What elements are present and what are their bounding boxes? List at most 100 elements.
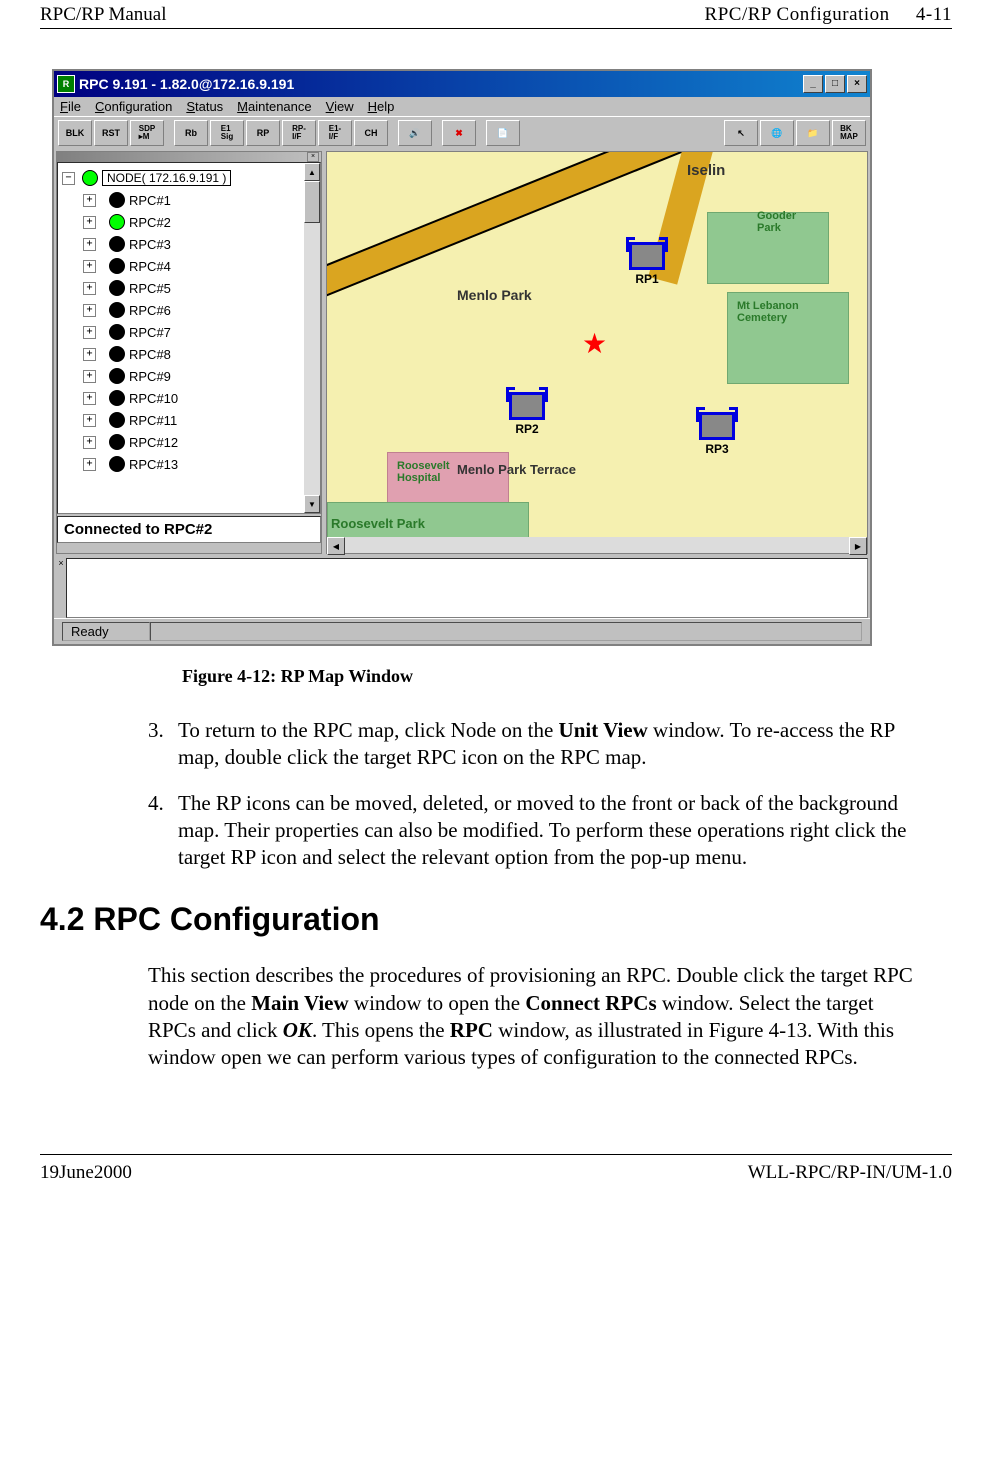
map-label-gooder: Gooder Park bbox=[757, 210, 796, 234]
tree-item[interactable]: +RPC#5 bbox=[58, 277, 320, 299]
rp-marker-2[interactable]: RP2 bbox=[507, 392, 547, 436]
rpc-status-icon bbox=[109, 434, 125, 450]
tb-folder-icon[interactable]: 📁 bbox=[796, 120, 830, 146]
tree-item-label: RPC#12 bbox=[129, 435, 178, 450]
menu-status[interactable]: Status bbox=[186, 99, 223, 114]
app-window: R RPC 9.191 - 1.82.0@172.16.9.191 _ □ × … bbox=[52, 69, 872, 646]
tb-bkmap[interactable]: BKMAP bbox=[832, 120, 866, 146]
panel-close-icon[interactable]: × bbox=[56, 558, 66, 618]
menu-file[interactable]: File bbox=[60, 99, 81, 114]
section-paragraph: This section describes the procedures of… bbox=[148, 962, 922, 1071]
tree-item-label: RPC#5 bbox=[129, 281, 171, 296]
map-canvas[interactable]: ★ RP1 RP2 RP3 Iselin bbox=[327, 152, 867, 537]
tb-script-icon[interactable]: 📄 bbox=[486, 120, 520, 146]
window-title: RPC 9.191 - 1.82.0@172.16.9.191 bbox=[79, 76, 803, 92]
rpc-status-icon bbox=[109, 456, 125, 472]
map-label-menlo-terrace: Menlo Park Terrace bbox=[457, 462, 576, 477]
tree-item-label: RPC#8 bbox=[129, 347, 171, 362]
map-label-roosevelt-park: Roosevelt Park bbox=[331, 516, 425, 531]
tb-rst[interactable]: RST bbox=[94, 120, 128, 146]
tb-rp[interactable]: RP bbox=[246, 120, 280, 146]
rpc-marker-icon[interactable]: ★ bbox=[582, 330, 607, 358]
close-button[interactable]: × bbox=[847, 75, 867, 93]
rpc-status-icon bbox=[109, 412, 125, 428]
map-label-mt-lebanon: Mt Lebanon Cemetery bbox=[737, 300, 799, 324]
tb-e1if[interactable]: E1-I/F bbox=[318, 120, 352, 146]
tb-sdp[interactable]: SDP▸M bbox=[130, 120, 164, 146]
tree-root[interactable]: − NODE( 172.16.9.191 ) bbox=[58, 167, 320, 189]
tree-item[interactable]: +RPC#1 bbox=[58, 189, 320, 211]
figure-caption: Figure 4-12: RP Map Window bbox=[182, 666, 952, 687]
rpc-status-icon bbox=[109, 258, 125, 274]
step-4: 4. The RP icons can be moved, deleted, o… bbox=[148, 790, 922, 872]
tree-item-label: RPC#4 bbox=[129, 259, 171, 274]
tree-item[interactable]: +RPC#13 bbox=[58, 453, 320, 475]
map-label-roosevelt-hospital: Roosevelt Hospital bbox=[397, 460, 450, 484]
tree-item[interactable]: +RPC#6 bbox=[58, 299, 320, 321]
menu-maintenance[interactable]: Maintenance bbox=[237, 99, 311, 114]
section-heading: 4.2 RPC Configuration bbox=[40, 901, 952, 938]
rpc-status-icon bbox=[109, 390, 125, 406]
rpc-status-icon bbox=[109, 346, 125, 362]
tree-item[interactable]: +RPC#3 bbox=[58, 233, 320, 255]
rp-marker-1[interactable]: RP1 bbox=[627, 242, 667, 286]
maximize-button[interactable]: □ bbox=[825, 75, 845, 93]
menu-help[interactable]: Help bbox=[368, 99, 395, 114]
footer-right: WLL-RPC/RP-IN/UM-1.0 bbox=[748, 1162, 952, 1184]
tree-item-label: RPC#9 bbox=[129, 369, 171, 384]
tree-item[interactable]: +RPC#4 bbox=[58, 255, 320, 277]
map-label-iselin: Iselin bbox=[687, 162, 725, 179]
tree-item[interactable]: +RPC#9 bbox=[58, 365, 320, 387]
tree-item[interactable]: +RPC#8 bbox=[58, 343, 320, 365]
minimize-button[interactable]: _ bbox=[803, 75, 823, 93]
tree-item-label: RPC#6 bbox=[129, 303, 171, 318]
tree-item[interactable]: +RPC#12 bbox=[58, 431, 320, 453]
tb-rpif[interactable]: RP-I/F bbox=[282, 120, 316, 146]
rpc-status-icon bbox=[109, 236, 125, 252]
tree-item[interactable]: +RPC#10 bbox=[58, 387, 320, 409]
rpc-status-icon bbox=[109, 302, 125, 318]
tb-sound-icon[interactable]: 🔊 bbox=[398, 120, 432, 146]
tree-pane: − NODE( 172.16.9.191 ) +RPC#1+RPC#2+RPC#… bbox=[57, 162, 321, 514]
step-3: 3. To return to the RPC map, click Node … bbox=[148, 717, 922, 772]
tree-item[interactable]: +RPC#2 bbox=[58, 211, 320, 233]
tree-item-label: RPC#2 bbox=[129, 215, 171, 230]
tb-ch[interactable]: CH bbox=[354, 120, 388, 146]
tb-globe-icon[interactable]: 🌐 bbox=[760, 120, 794, 146]
scroll-up-icon[interactable]: ▲ bbox=[304, 163, 320, 181]
tree-item-label: RPC#11 bbox=[129, 413, 177, 428]
scroll-down-icon[interactable]: ▼ bbox=[304, 495, 320, 513]
menu-view[interactable]: View bbox=[326, 99, 354, 114]
rpc-status-icon bbox=[109, 280, 125, 296]
tree-scrollbar[interactable]: ▲ ▼ bbox=[304, 163, 320, 513]
sidebar-close-icon[interactable]: × bbox=[307, 152, 319, 162]
output-panel: × bbox=[56, 558, 868, 618]
tree-item-label: RPC#7 bbox=[129, 325, 171, 340]
tb-e1sig[interactable]: E1Sig bbox=[210, 120, 244, 146]
tree-item[interactable]: +RPC#11 bbox=[58, 409, 320, 431]
tb-pointer-icon[interactable]: ↖ bbox=[724, 120, 758, 146]
tb-blk[interactable]: BLK bbox=[58, 120, 92, 146]
node-status-icon bbox=[82, 170, 98, 186]
map-label-menlo-park: Menlo Park bbox=[457, 287, 532, 303]
tree-item[interactable]: +RPC#7 bbox=[58, 321, 320, 343]
scroll-right-icon[interactable]: ▶ bbox=[849, 537, 867, 555]
rp-marker-3[interactable]: RP3 bbox=[697, 412, 737, 456]
header-left: RPC/RP Manual bbox=[40, 4, 167, 26]
tree-item-label: RPC#3 bbox=[129, 237, 171, 252]
app-icon: R bbox=[57, 75, 75, 93]
toolbar: BLK RST SDP▸M Rb E1Sig RP RP-I/F E1-I/F … bbox=[54, 116, 870, 149]
rpc-status-icon bbox=[109, 368, 125, 384]
menubar: File Configuration Status Maintenance Vi… bbox=[54, 97, 870, 116]
rpc-status-icon bbox=[109, 324, 125, 340]
map-hscrollbar[interactable]: ◀ ▶ bbox=[327, 537, 867, 553]
sidebar: × − NODE( 172.16.9.191 ) +RPC#1+RPC#2+RP… bbox=[56, 151, 322, 554]
tb-rb[interactable]: Rb bbox=[174, 120, 208, 146]
statusbar: Ready bbox=[54, 618, 870, 644]
tb-delete-icon[interactable]: ✖ bbox=[442, 120, 476, 146]
tree-item-label: RPC#10 bbox=[129, 391, 178, 406]
scroll-thumb[interactable] bbox=[304, 181, 320, 223]
menu-configuration[interactable]: Configuration bbox=[95, 99, 172, 114]
rpc-status-icon bbox=[109, 214, 125, 230]
scroll-left-icon[interactable]: ◀ bbox=[327, 537, 345, 555]
